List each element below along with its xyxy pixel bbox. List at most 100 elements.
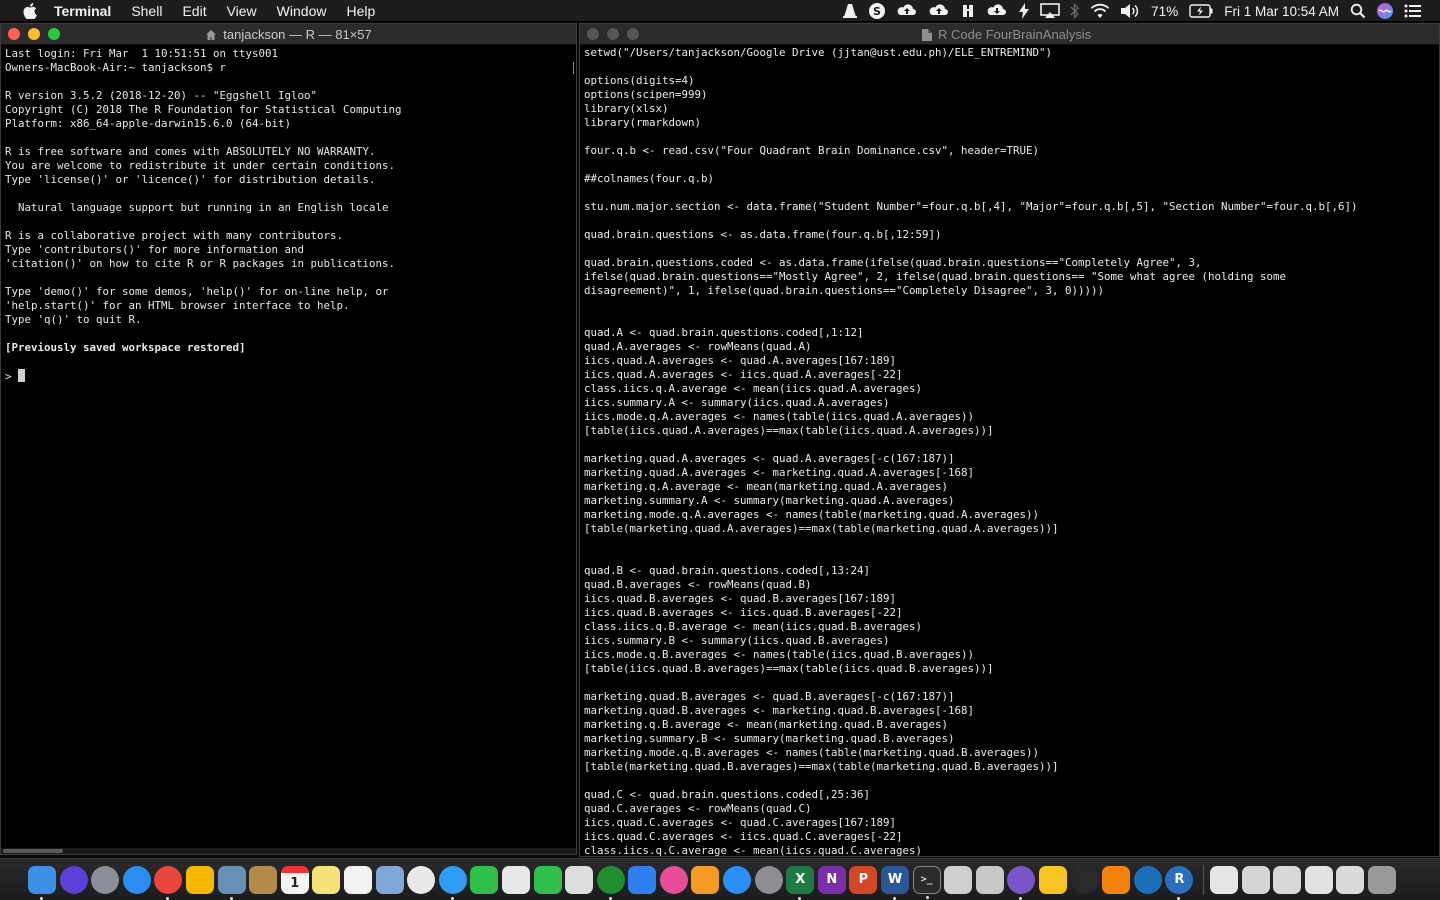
- cloud-upload-icon-2[interactable]: [923, 0, 955, 22]
- spotlight-icon[interactable]: [1345, 0, 1371, 22]
- textedit-icon[interactable]: [501, 865, 530, 894]
- numbers-icon[interactable]: [533, 865, 562, 894]
- terminal-window[interactable]: tanjackson — R — 81×57 Last login: Fri M…: [0, 23, 577, 855]
- menu-shell[interactable]: Shell: [121, 0, 172, 22]
- bolt-status-icon[interactable]: [1013, 0, 1035, 22]
- running-indicator: [608, 896, 612, 900]
- vlc-status-icon[interactable]: [837, 0, 863, 22]
- downloads-icon[interactable]: [1241, 865, 1270, 894]
- terminal-line: Owners-MacBook-Air:~ tanjackson$ r: [5, 61, 227, 74]
- finder-icon[interactable]: [28, 865, 56, 900]
- spinner-icon[interactable]: [596, 865, 625, 900]
- horizontal-scrollbar[interactable]: [1, 848, 576, 854]
- trash-icon[interactable]: [1367, 865, 1396, 894]
- cloud-upload-icon[interactable]: [891, 0, 923, 22]
- battery-percentage[interactable]: 71%: [1145, 0, 1184, 22]
- notification-center-icon[interactable]: [1399, 0, 1440, 22]
- skype-status-icon[interactable]: S: [863, 0, 891, 22]
- status-area: S 71% Fri 1 Mar 10:54 AM: [837, 0, 1440, 22]
- editor-titlebar[interactable]: R Code FourBrainAnalysis: [580, 24, 1439, 45]
- siri-icon[interactable]: [59, 865, 88, 894]
- figure-status-icon[interactable]: [955, 0, 981, 22]
- itunes-icon[interactable]: [659, 865, 688, 894]
- siri-menu-icon[interactable]: [1371, 0, 1399, 22]
- code-line: marketing.mode.q.B.averages <- names(tab…: [584, 746, 1040, 759]
- files-icon[interactable]: [944, 865, 973, 894]
- apple-icon[interactable]: [20, 1, 40, 21]
- lightbulb-icon[interactable]: [185, 865, 214, 894]
- cloud-sync-icon[interactable]: [981, 0, 1013, 22]
- facetime-icon[interactable]: [470, 865, 499, 894]
- window-icon-2[interactable]: [1304, 865, 1333, 894]
- excel-icon[interactable]: X: [786, 865, 815, 900]
- code-line: iics.quad.A.averages <- iics.quad.A.aver…: [584, 368, 903, 381]
- editor-close-button[interactable]: [587, 28, 599, 40]
- chrome-icon[interactable]: [154, 865, 183, 900]
- sketch-icon[interactable]: [1039, 865, 1067, 894]
- battery-icon[interactable]: [1184, 0, 1218, 22]
- terminal-icon[interactable]: >_: [912, 865, 941, 899]
- script-icon[interactable]: [565, 865, 594, 894]
- terminal-line: Platform: x86_64-apple-darwin15.6.0 (64-…: [5, 117, 292, 130]
- clock[interactable]: Fri 1 Mar 10:54 AM: [1218, 0, 1345, 22]
- calendar-icon[interactable]: 1: [280, 865, 309, 894]
- menu-app-terminal[interactable]: Terminal: [54, 0, 121, 22]
- powerpoint-icon[interactable]: P: [849, 865, 878, 894]
- vlc-icon[interactable]: [1102, 865, 1131, 894]
- preview-icon[interactable]: [217, 865, 246, 900]
- running-indicator: [1177, 896, 1181, 900]
- menu-view[interactable]: View: [217, 0, 267, 22]
- document-icon[interactable]: [1209, 865, 1238, 894]
- window-icon-1[interactable]: [1273, 865, 1302, 894]
- menu-window[interactable]: Window: [267, 0, 337, 22]
- xquartz-icon[interactable]: [1070, 865, 1099, 894]
- messages-icon[interactable]: [438, 865, 467, 900]
- menu-help[interactable]: Help: [336, 0, 385, 22]
- code-line: quad.A <- quad.brain.questions.coded[,1:…: [584, 326, 864, 339]
- onenote-icon[interactable]: N: [817, 865, 846, 894]
- terminal-output[interactable]: Last login: Fri Mar 1 10:51:51 on ttys00…: [1, 45, 576, 386]
- terminal-titlebar[interactable]: tanjackson — R — 81×57: [1, 24, 576, 45]
- appstore-icon[interactable]: [723, 865, 752, 894]
- bluetooth-icon[interactable]: [1065, 0, 1085, 22]
- prompt-line[interactable]: >: [5, 369, 572, 384]
- terminal-line: 'help.start()' for an HTML browser inter…: [5, 299, 350, 312]
- code-line: class.iics.q.A.average <- mean(iics.quad…: [584, 382, 923, 395]
- editor-minimize-button[interactable]: [607, 28, 619, 40]
- workspace-restored-line: [Previously saved workspace restored]: [5, 341, 246, 354]
- window-icon-3[interactable]: [1336, 865, 1365, 894]
- reminders-icon[interactable]: [343, 865, 372, 894]
- wifi-icon[interactable]: [1085, 0, 1115, 22]
- editor-window[interactable]: R Code FourBrainAnalysis setwd("/Users/t…: [579, 23, 1440, 857]
- code-line: stu.num.major.section <- data.frame("Stu…: [584, 200, 1358, 213]
- editor-zoom-button[interactable]: [627, 28, 639, 40]
- scrollbar-thumb[interactable]: [3, 849, 63, 853]
- system-preferences-icon[interactable]: [754, 865, 783, 894]
- photos-icon[interactable]: [407, 865, 436, 894]
- code-editor[interactable]: setwd("/Users/tanjackson/Google Drive (j…: [580, 45, 1439, 856]
- safari-icon[interactable]: [122, 865, 151, 894]
- launchpad-icon[interactable]: [91, 865, 120, 894]
- notes-icon[interactable]: [312, 865, 341, 894]
- screenshot-icon[interactable]: [975, 865, 1004, 894]
- photos-preview-icon[interactable]: [375, 865, 404, 894]
- home-folder-icon: [205, 26, 217, 47]
- menu-edit[interactable]: Edit: [172, 0, 216, 22]
- calendar-label: 1: [290, 875, 300, 891]
- editor-window-controls: [587, 28, 647, 40]
- notebook-icon[interactable]: [249, 865, 278, 894]
- ibooks-icon[interactable]: [691, 865, 720, 894]
- keynote-icon[interactable]: [628, 865, 657, 894]
- airplay-icon[interactable]: [1035, 0, 1065, 22]
- volume-icon[interactable]: [1115, 0, 1145, 22]
- quicktime-icon[interactable]: [1133, 865, 1162, 894]
- word-icon[interactable]: W: [881, 865, 910, 900]
- r-app-icon[interactable]: R: [1165, 865, 1194, 900]
- terminal-line: You are welcome to redistribute it under…: [5, 159, 396, 172]
- viber-icon[interactable]: [1007, 865, 1036, 900]
